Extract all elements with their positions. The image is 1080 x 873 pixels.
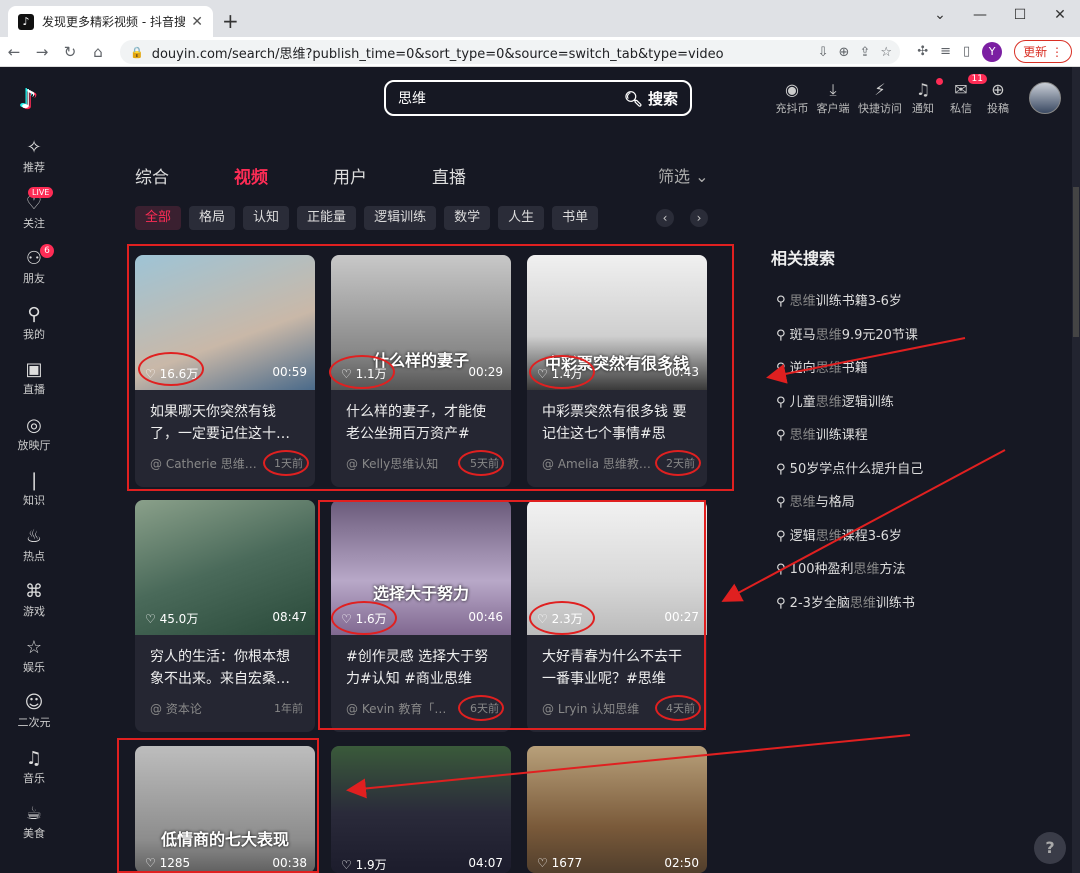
help-button[interactable]: ?: [1034, 832, 1066, 864]
page-scrollbar[interactable]: [1072, 67, 1080, 873]
annotation-arrows: [346, 337, 1006, 799]
